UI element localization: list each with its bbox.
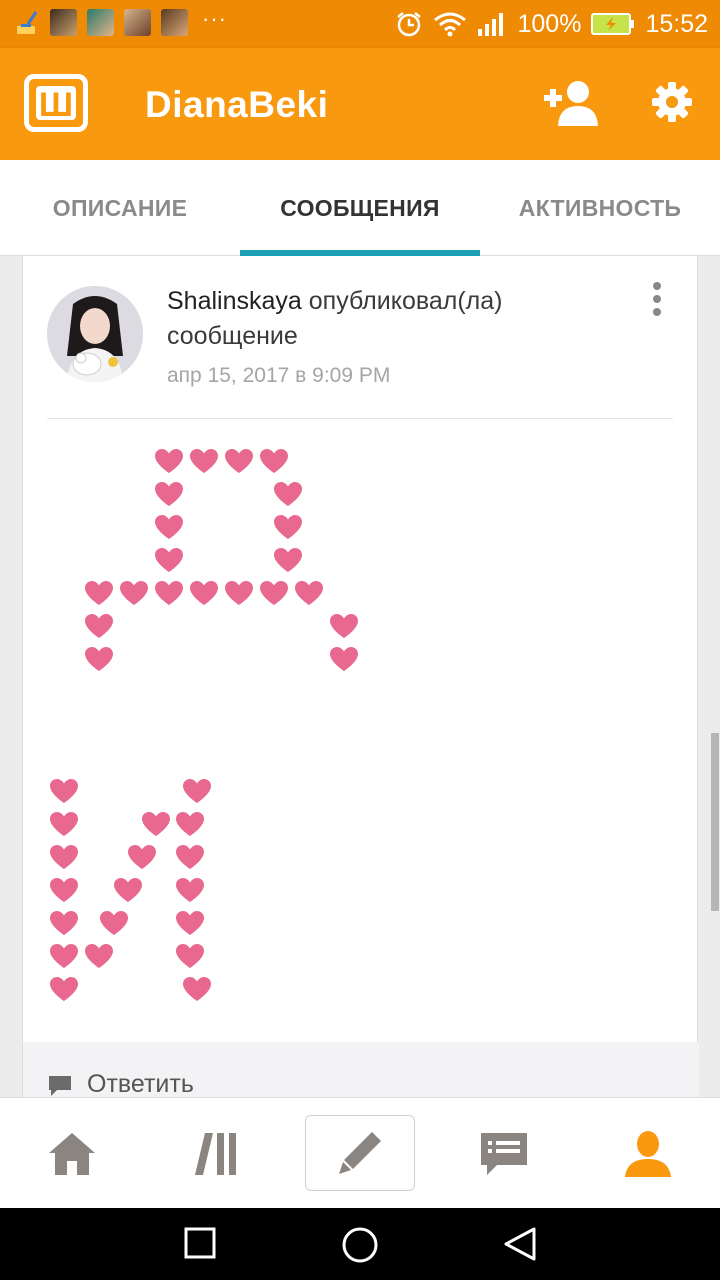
clock: 15:52 bbox=[645, 9, 708, 38]
more-vert-icon bbox=[653, 282, 661, 290]
circle-icon bbox=[342, 1227, 378, 1263]
home-icon bbox=[49, 1132, 95, 1175]
heart-icon bbox=[113, 877, 143, 903]
home-system-button[interactable] bbox=[341, 1226, 379, 1269]
heart-icon bbox=[182, 778, 212, 804]
heart-icon bbox=[119, 580, 149, 606]
back-button[interactable] bbox=[502, 1226, 538, 1267]
profile-icon bbox=[625, 1130, 671, 1177]
message-card: Shalinskaya опубликовал(ла) сообщение ап… bbox=[22, 256, 699, 1156]
wattpad-logo: Ш bbox=[24, 74, 88, 132]
heart-icon bbox=[49, 844, 79, 870]
post-timestamp: апр 15, 2017 в 9:09 PM bbox=[167, 364, 391, 387]
heart-icon bbox=[273, 547, 303, 573]
heart-icon bbox=[259, 580, 289, 606]
nav-home[interactable] bbox=[17, 1098, 127, 1209]
heart-icon bbox=[84, 646, 114, 672]
tab-description[interactable]: ОПИСАНИЕ bbox=[0, 160, 240, 256]
tab-messages[interactable]: СООБЩЕНИЯ bbox=[240, 160, 480, 256]
square-icon bbox=[184, 1227, 216, 1259]
heart-icon bbox=[49, 811, 79, 837]
triangle-back-icon bbox=[504, 1227, 536, 1261]
reply-button-label: Ответить bbox=[87, 1070, 194, 1098]
heart-icon bbox=[175, 811, 205, 837]
app-notification-icon bbox=[50, 9, 77, 36]
system-navigation-bar bbox=[0, 1208, 720, 1280]
app-notification-icon bbox=[161, 9, 188, 36]
cleaner-icon bbox=[17, 10, 38, 34]
alarm-icon bbox=[397, 12, 422, 37]
heart-icon bbox=[224, 448, 254, 474]
heart-icon bbox=[84, 943, 114, 969]
heart-icon bbox=[49, 877, 79, 903]
follow-button[interactable] bbox=[542, 78, 602, 133]
author-name[interactable]: Shalinskaya bbox=[167, 287, 302, 315]
heart-icon bbox=[141, 811, 171, 837]
heart-icon bbox=[182, 976, 212, 1002]
scrollbar[interactable] bbox=[711, 733, 719, 911]
add-user-icon bbox=[544, 81, 598, 126]
signal-icon bbox=[478, 13, 504, 36]
settings-button[interactable] bbox=[650, 78, 694, 131]
heart-icon bbox=[49, 910, 79, 936]
pencil-icon bbox=[339, 1132, 381, 1174]
heart-icon bbox=[273, 514, 303, 540]
nav-library[interactable] bbox=[162, 1098, 272, 1209]
bottom-navigation bbox=[0, 1097, 720, 1208]
heart-icon bbox=[154, 514, 184, 540]
library-icon bbox=[195, 1132, 236, 1175]
profile-title: DianaBeki bbox=[145, 84, 329, 125]
heart-icon bbox=[189, 448, 219, 474]
wifi-icon bbox=[434, 12, 467, 37]
logo-letter: Ш bbox=[38, 86, 74, 124]
notification-icons: ··· bbox=[14, 5, 227, 36]
messages-icon bbox=[481, 1132, 527, 1175]
heart-icon bbox=[175, 943, 205, 969]
tab-activity[interactable]: АКТИВНОСТЬ bbox=[480, 160, 720, 256]
nav-messages[interactable] bbox=[449, 1098, 559, 1209]
heart-icon bbox=[273, 481, 303, 507]
heart-icon bbox=[154, 481, 184, 507]
status-indicators: 100% 15:52 bbox=[395, 0, 708, 48]
app-notification-icon bbox=[124, 9, 151, 36]
status-bar: ··· 100% 15:52 bbox=[0, 0, 720, 48]
heart-icon bbox=[175, 877, 205, 903]
heart-icon bbox=[175, 910, 205, 936]
app-notification-icon bbox=[87, 9, 114, 36]
heart-icon bbox=[127, 844, 157, 870]
heart-icon bbox=[189, 580, 219, 606]
heart-icon bbox=[154, 580, 184, 606]
heart-icon bbox=[329, 646, 359, 672]
heart-icon bbox=[259, 448, 289, 474]
heart-icon bbox=[84, 613, 114, 639]
heart-icon bbox=[294, 580, 324, 606]
heart-icon bbox=[224, 580, 254, 606]
heart-icon bbox=[175, 844, 205, 870]
heart-icon bbox=[84, 580, 114, 606]
gear-icon bbox=[652, 82, 692, 122]
nav-write[interactable] bbox=[305, 1115, 415, 1191]
heart-icon bbox=[329, 613, 359, 639]
post-header: Shalinskaya опубликовал(ла) сообщение bbox=[167, 284, 637, 354]
heart-icon bbox=[49, 976, 79, 1002]
overflow-menu-button[interactable] bbox=[647, 282, 667, 318]
nav-profile[interactable] bbox=[593, 1098, 703, 1209]
avatar[interactable] bbox=[47, 286, 143, 382]
heart-icon bbox=[99, 910, 129, 936]
heart-icon bbox=[154, 547, 184, 573]
more-notifications-icon: ··· bbox=[202, 5, 227, 31]
recents-button[interactable] bbox=[183, 1226, 217, 1265]
comment-icon bbox=[49, 1076, 71, 1096]
heart-icon bbox=[49, 778, 79, 804]
battery-percent: 100% bbox=[517, 9, 582, 38]
heart-icon bbox=[154, 448, 184, 474]
divider bbox=[47, 418, 673, 419]
heart-icon bbox=[49, 943, 79, 969]
battery-charging-icon bbox=[591, 13, 635, 35]
profile-tabs: ОПИСАНИЕ СООБЩЕНИЯ АКТИВНОСТЬ bbox=[0, 160, 720, 256]
app-bar: Ш DianaBeki bbox=[0, 48, 720, 160]
